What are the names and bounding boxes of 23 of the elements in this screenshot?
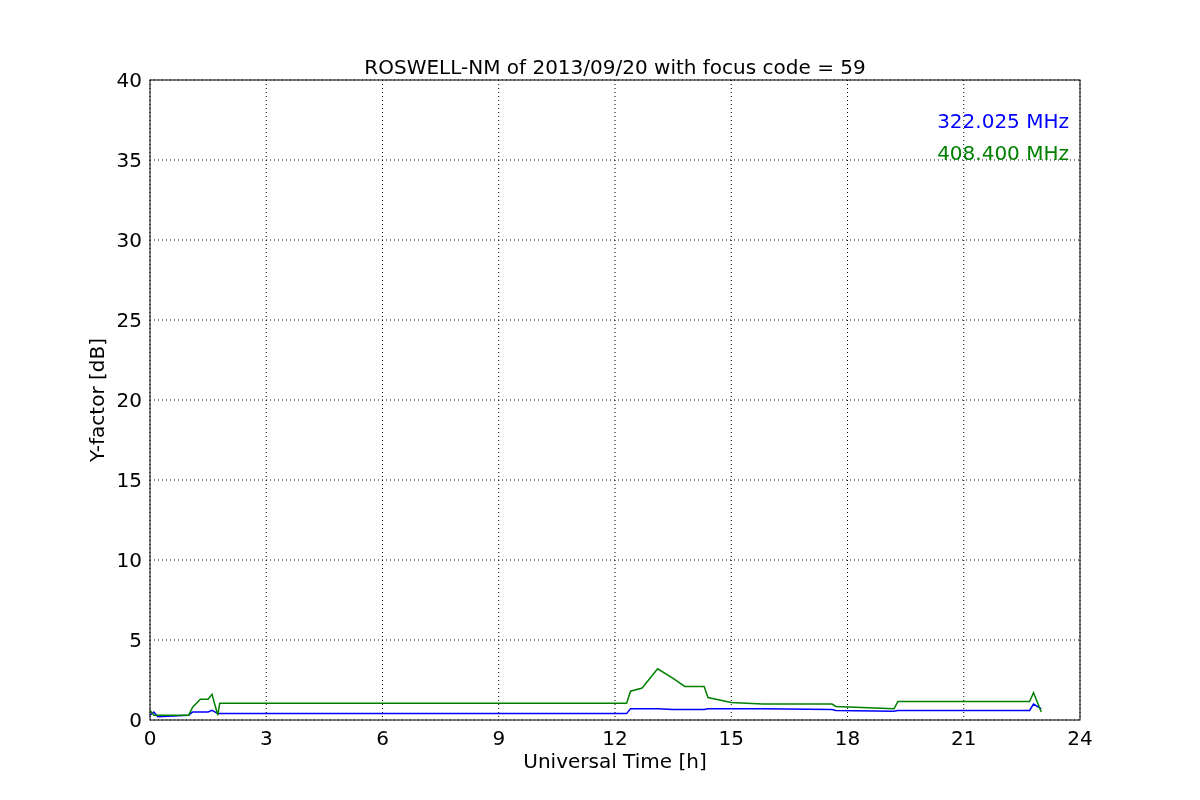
x-tick-label: 0 [143,726,157,750]
y-tick-label: 15 [116,468,142,492]
x-tick-label: 12 [602,726,628,750]
y-tick-label: 20 [116,388,142,412]
x-tick-label: 3 [259,726,273,750]
y-tick-label: 40 [116,68,142,92]
y-tick-label: 25 [116,308,142,332]
x-tick-label: 24 [1067,726,1093,750]
y-tick-label: 30 [116,228,142,252]
y-tick-label: 10 [116,548,142,572]
x-tick-label: 18 [834,726,861,750]
y-tick-label: 0 [129,708,142,732]
chart-title: ROSWELL-NM of 2013/09/20 with focus code = 59 [364,55,866,79]
x-tick-label: 6 [376,726,389,750]
x-tick-label: 21 [951,726,977,750]
legend-label: 408.400 MHz [937,141,1069,165]
x-axis-label: Universal Time [h] [523,749,707,773]
y-tick-label: 5 [129,628,142,652]
x-tick-label: 9 [492,726,506,750]
y-axis-label: Y-factor [dB] [85,338,109,462]
x-tick-label: 15 [718,726,744,750]
y-tick-label: 35 [116,148,142,172]
legend-label: 322.025 MHz [937,109,1069,133]
